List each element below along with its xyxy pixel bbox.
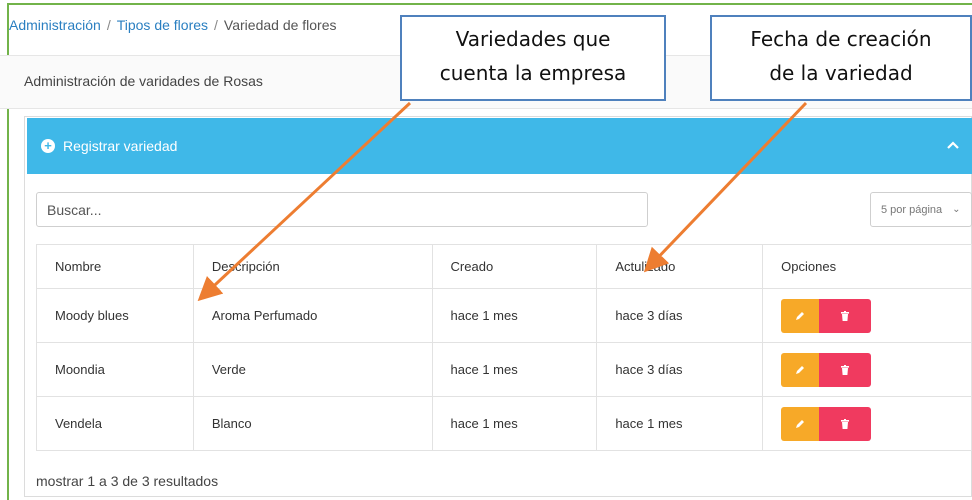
arrow-varieties	[197, 101, 412, 302]
annotation-arrows	[197, 101, 808, 302]
arrow-creation-date	[643, 101, 808, 273]
